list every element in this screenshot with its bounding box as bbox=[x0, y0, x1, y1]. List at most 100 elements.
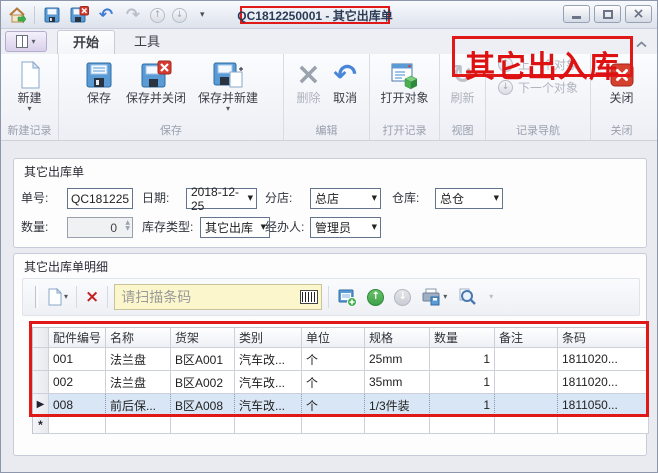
table-cell[interactable] bbox=[495, 348, 558, 371]
collapse-ribbon-icon[interactable] bbox=[636, 37, 647, 51]
date-select[interactable]: 2018-12-25 ▼ bbox=[186, 188, 257, 209]
scan-barcode-input[interactable] bbox=[114, 284, 322, 310]
table-cell[interactable]: 002 bbox=[49, 371, 106, 394]
new-row-cell[interactable] bbox=[171, 417, 235, 434]
tab-tools[interactable]: 工具 bbox=[119, 30, 175, 54]
open-object-icon bbox=[389, 58, 419, 91]
new-button[interactable]: 新建 ▾ bbox=[10, 56, 50, 113]
table-cell[interactable]: B区A008 bbox=[171, 394, 235, 417]
table-cell[interactable]: 法兰盘 bbox=[106, 348, 171, 371]
table-cell[interactable]: 个 bbox=[302, 348, 365, 371]
delete-row-button[interactable]: × bbox=[83, 284, 101, 310]
table-cell[interactable]: 汽车改... bbox=[235, 348, 302, 371]
app-menu-icon bbox=[16, 35, 28, 48]
new-row-cell[interactable] bbox=[430, 417, 495, 434]
open-object-button[interactable]: 打开对象 bbox=[375, 56, 433, 105]
column-header[interactable]: 类别 bbox=[235, 328, 302, 348]
dropdown-icon: ▾ bbox=[443, 293, 447, 301]
home-icon[interactable] bbox=[7, 5, 27, 25]
table-cell[interactable] bbox=[495, 394, 558, 417]
table-cell[interactable]: 前后保... bbox=[106, 394, 171, 417]
undo-icon[interactable]: ↶ bbox=[96, 5, 116, 25]
export-button[interactable]: ▾ bbox=[419, 284, 449, 310]
dropdown-icon: ▾ bbox=[226, 105, 230, 113]
toolbar-separator bbox=[76, 286, 77, 308]
quantity-label: 数量: bbox=[21, 217, 48, 238]
column-header[interactable]: 单位 bbox=[302, 328, 365, 348]
cancel-button[interactable]: ↶ 取消 bbox=[328, 56, 362, 105]
column-header[interactable]: 名称 bbox=[106, 328, 171, 348]
printer-save-icon bbox=[421, 287, 441, 307]
next-record-icon: ↓ bbox=[172, 8, 187, 23]
order-section-title: 其它出库单 bbox=[24, 163, 84, 180]
new-page-icon bbox=[46, 288, 62, 306]
select-arrow-icon: ▼ bbox=[372, 224, 377, 231]
toolbar-grip-handle[interactable] bbox=[35, 286, 38, 308]
column-header[interactable]: 备注 bbox=[495, 328, 558, 348]
group-label-new-record: 新建记录 bbox=[1, 124, 58, 140]
table-cell[interactable]: 25mm bbox=[365, 348, 430, 371]
save-button[interactable]: 保存 bbox=[79, 56, 119, 105]
add-row-button[interactable]: ▾ bbox=[44, 284, 70, 310]
save-close-icon[interactable] bbox=[69, 5, 89, 25]
new-row-cell[interactable] bbox=[558, 417, 649, 434]
save-and-close-button[interactable]: 保存并关闭 bbox=[121, 56, 191, 105]
order-no-label: 单号: bbox=[21, 188, 48, 209]
minimize-button[interactable] bbox=[563, 5, 590, 23]
row-selector[interactable] bbox=[33, 371, 49, 394]
table-cell[interactable]: 1 bbox=[430, 394, 495, 417]
undo-icon: ↶ bbox=[333, 58, 356, 91]
close-button[interactable]: × bbox=[625, 5, 652, 23]
move-up-button[interactable]: ↑ bbox=[365, 284, 386, 310]
table-cell[interactable] bbox=[495, 371, 558, 394]
operator-select[interactable]: 管理员 ▼ bbox=[310, 217, 381, 238]
new-row-cell[interactable] bbox=[235, 417, 302, 434]
warehouse-select[interactable]: 总仓 ▼ bbox=[435, 188, 503, 209]
table-cell[interactable]: 汽车改... bbox=[235, 371, 302, 394]
row-selector[interactable] bbox=[33, 348, 49, 371]
table-cell[interactable]: 1811020... bbox=[558, 371, 649, 394]
save-and-new-button[interactable]: 保存并新建 ▾ bbox=[193, 56, 263, 113]
table-cell[interactable]: B区A002 bbox=[171, 371, 235, 394]
table-cell[interactable]: 001 bbox=[49, 348, 106, 371]
qat-customize-dropdown-icon[interactable]: ▾ bbox=[200, 11, 205, 20]
save-icon[interactable] bbox=[42, 5, 62, 25]
table-cell[interactable]: 35mm bbox=[365, 371, 430, 394]
search-button[interactable] bbox=[455, 284, 479, 310]
tab-start[interactable]: 开始 bbox=[57, 30, 115, 54]
column-header[interactable]: 条码 bbox=[558, 328, 649, 348]
new-row-cell[interactable] bbox=[106, 417, 171, 434]
close-form-button[interactable]: 关闭 bbox=[602, 56, 642, 105]
maximize-button[interactable] bbox=[594, 5, 621, 23]
new-row-cell[interactable] bbox=[49, 417, 106, 434]
column-header[interactable]: 货架 bbox=[171, 328, 235, 348]
group-label-edit: 编辑 bbox=[284, 124, 369, 140]
table-cell[interactable]: 个 bbox=[302, 394, 365, 417]
column-header[interactable]: 数量 bbox=[430, 328, 495, 348]
new-row-selector[interactable]: * bbox=[33, 417, 49, 434]
table-cell[interactable]: 1 bbox=[430, 371, 495, 394]
table-cell[interactable]: B区A001 bbox=[171, 348, 235, 371]
branch-select[interactable]: 总店 ▼ bbox=[310, 188, 381, 209]
stock-type-select[interactable]: 其它出库 ▼ bbox=[200, 217, 270, 238]
new-row-cell[interactable] bbox=[302, 417, 365, 434]
table-cell[interactable]: 1811020... bbox=[558, 348, 649, 371]
row-selector-header[interactable] bbox=[33, 328, 49, 348]
column-header[interactable]: 规格 bbox=[365, 328, 430, 348]
table-cell[interactable]: 1811050... bbox=[558, 394, 649, 417]
app-menu-button[interactable]: ▾ bbox=[5, 31, 47, 52]
table-cell[interactable]: 1/3件装 bbox=[365, 394, 430, 417]
add-detail-button[interactable] bbox=[335, 284, 359, 310]
table-cell[interactable]: 1 bbox=[430, 348, 495, 371]
quick-access-toolbar: ↶ ↷ ↑ ↓ ▾ bbox=[7, 3, 205, 27]
date-label: 日期: bbox=[142, 188, 169, 209]
column-header[interactable]: 配件编号 bbox=[49, 328, 106, 348]
table-cell[interactable]: 法兰盘 bbox=[106, 371, 171, 394]
table-cell[interactable]: 汽车改... bbox=[235, 394, 302, 417]
order-no-input[interactable] bbox=[67, 188, 133, 209]
current-row-selector[interactable]: ▶ bbox=[33, 394, 49, 417]
new-row-cell[interactable] bbox=[495, 417, 558, 434]
table-cell[interactable]: 008 bbox=[49, 394, 106, 417]
table-cell[interactable]: 个 bbox=[302, 371, 365, 394]
new-row-cell[interactable] bbox=[365, 417, 430, 434]
